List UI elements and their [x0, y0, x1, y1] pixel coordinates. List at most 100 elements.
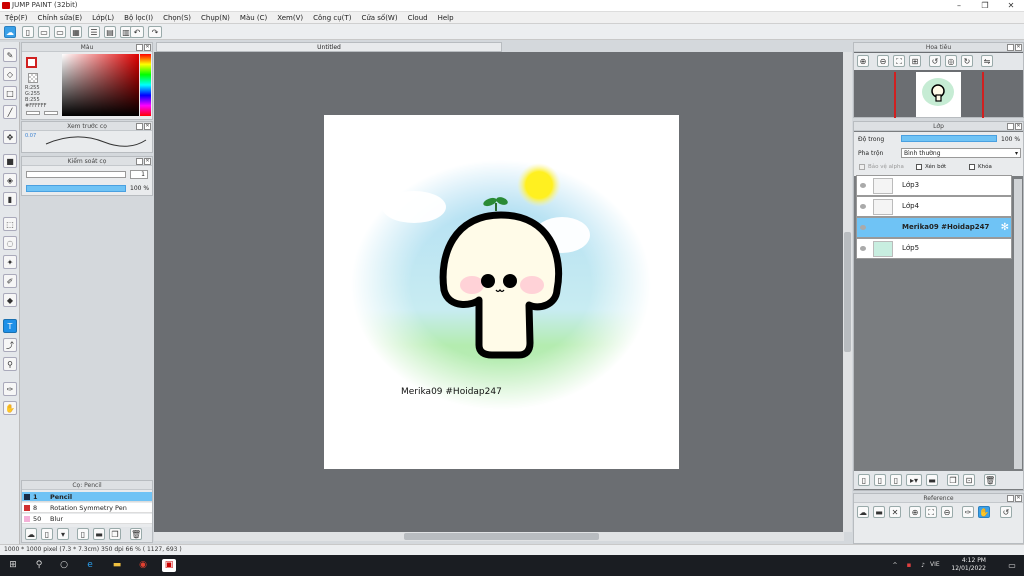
- speech-icon[interactable]: ▭: [38, 26, 50, 38]
- blend-mode-select[interactable]: Bình thường ▾: [901, 148, 1021, 158]
- saturation-value-picker[interactable]: [62, 54, 139, 116]
- select-eraser-icon[interactable]: ◆: [3, 293, 17, 307]
- select-pen-icon[interactable]: ✐: [3, 274, 17, 288]
- ref-fit-icon[interactable]: ⛶: [925, 506, 937, 518]
- layer-folder-icon[interactable]: ▬: [926, 474, 938, 486]
- rotate-left-icon[interactable]: ↺: [929, 55, 941, 67]
- horizontal-scroll-thumb[interactable]: [404, 533, 599, 540]
- menu-view[interactable]: Xem(V): [272, 12, 308, 23]
- menu-edit[interactable]: Chỉnh sửa(E): [33, 12, 88, 23]
- pen-tool-icon[interactable]: ✎: [3, 48, 17, 62]
- layer-row-lop3[interactable]: Lớp3: [856, 175, 1012, 196]
- actual-size-icon[interactable]: ⊞: [909, 55, 921, 67]
- menu-color[interactable]: Màu (C): [235, 12, 272, 23]
- new-layer-icon[interactable]: ▯: [858, 474, 870, 486]
- canvas-text-layer[interactable]: Merika09 #Hoidap247: [401, 387, 502, 397]
- lasso-tool-icon[interactable]: ◌: [3, 236, 17, 250]
- ref-cloud-icon[interactable]: ☁: [857, 506, 869, 518]
- list-icon[interactable]: ☰: [88, 26, 100, 38]
- ref-zoom-in-icon[interactable]: ⊕: [909, 506, 921, 518]
- rotate-right-icon[interactable]: ↻: [961, 55, 973, 67]
- ref-open-icon[interactable]: ▬: [873, 506, 885, 518]
- redo-icon[interactable]: ↷: [148, 26, 162, 38]
- language-indicator[interactable]: VIE: [930, 561, 940, 568]
- menu-layer[interactable]: Lớp(L): [87, 12, 119, 23]
- clipping-checkbox[interactable]: [916, 164, 922, 170]
- menu-help[interactable]: Help: [433, 12, 459, 23]
- menu-select[interactable]: Chọn(S): [158, 12, 196, 23]
- brush-delete-icon[interactable]: 🗑: [130, 528, 142, 540]
- background-color-swatch[interactable]: [28, 73, 38, 83]
- brush-size-slider[interactable]: [26, 171, 126, 178]
- layer-visibility-icon[interactable]: [860, 204, 866, 209]
- text-tool-icon[interactable]: T: [3, 319, 17, 333]
- marquee-tool-icon[interactable]: ⬚: [3, 217, 17, 231]
- new-layer-3-icon[interactable]: ▯: [890, 474, 902, 486]
- brush-item-blur[interactable]: 50 Blur: [22, 514, 152, 524]
- navigator-thumbnail[interactable]: [916, 72, 961, 117]
- brush-copy-icon[interactable]: ▯: [77, 528, 89, 540]
- gradient-tool-icon[interactable]: ▮: [3, 192, 17, 206]
- task-view-icon[interactable]: ○: [57, 559, 71, 572]
- eyedropper-icon[interactable]: ✑: [3, 382, 17, 396]
- new-file-icon[interactable]: ▯: [22, 26, 34, 38]
- layer-scrollbar[interactable]: [1014, 179, 1022, 469]
- menu-filter[interactable]: Bộ lọc(I): [119, 12, 158, 23]
- search-icon[interactable]: ⚲: [32, 559, 46, 572]
- layer-row-text[interactable]: Merika09 #Hoidap247 ✻: [856, 217, 1012, 238]
- brush-cloud-icon[interactable]: ☁: [25, 528, 37, 540]
- color-mode-button-2[interactable]: [44, 111, 58, 115]
- edge-browser-icon[interactable]: e: [83, 559, 97, 572]
- vertical-scroll-thumb[interactable]: [844, 232, 851, 352]
- lock-checkbox[interactable]: [969, 164, 975, 170]
- undo-icon[interactable]: ↶: [130, 26, 144, 38]
- rotate-reset-icon[interactable]: ◎: [945, 55, 957, 67]
- brush-size-input[interactable]: 1: [130, 170, 148, 179]
- layer-visibility-icon[interactable]: [860, 225, 866, 230]
- duplicate-layer-icon[interactable]: ❐: [947, 474, 959, 486]
- color-mode-button[interactable]: [26, 111, 40, 115]
- layer-opacity-slider[interactable]: [901, 135, 997, 142]
- minimize-icon[interactable]: –: [946, 0, 972, 12]
- line-tool-icon[interactable]: ╱: [3, 105, 17, 119]
- hue-slider[interactable]: [140, 54, 151, 116]
- menu-file[interactable]: Tệp(F): [0, 12, 33, 23]
- taskbar-clock[interactable]: 4:12 PM 12/01/2022: [951, 557, 986, 573]
- chrome-icon[interactable]: ◉: [136, 559, 150, 572]
- document-canvas[interactable]: Merika09 #Hoidap247: [324, 115, 679, 469]
- eraser-tool-icon[interactable]: ◇: [3, 67, 17, 81]
- dropper-tool-icon[interactable]: ⚲: [3, 357, 17, 371]
- layer-row-lop5[interactable]: Lớp5: [856, 238, 1012, 259]
- zoom-in-icon[interactable]: ⊕: [857, 55, 869, 67]
- layer-row-lop4[interactable]: Lớp4: [856, 196, 1012, 217]
- menu-window[interactable]: Cửa số(W): [356, 12, 402, 23]
- brush-item-pencil[interactable]: 1 Pencil: [22, 492, 152, 502]
- layer-settings-gear-icon[interactable]: ✻: [1001, 222, 1009, 233]
- new-layer-2-icon[interactable]: ▯: [874, 474, 886, 486]
- menu-cloud[interactable]: Cloud: [403, 12, 433, 23]
- magic-wand-icon[interactable]: ✦: [3, 255, 17, 269]
- menu-capture[interactable]: Chụp(N): [196, 12, 235, 23]
- horizontal-scrollbar[interactable]: [154, 532, 844, 541]
- add-layer-menu-icon[interactable]: ▸▾: [906, 474, 922, 486]
- windows-start-icon[interactable]: ⊞: [6, 559, 20, 572]
- document-tab[interactable]: Untitled: [156, 42, 502, 52]
- brush-opacity-slider[interactable]: [26, 185, 126, 192]
- ref-zoom-out-icon[interactable]: ⊖: [941, 506, 953, 518]
- grid-icon[interactable]: ▤: [104, 26, 116, 38]
- rect-select-icon[interactable]: □: [3, 86, 17, 100]
- cloud-icon[interactable]: ☁: [4, 26, 16, 38]
- ref-hand-icon[interactable]: ✋: [978, 506, 990, 518]
- menu-tools[interactable]: Công cụ(T): [308, 12, 356, 23]
- maximize-icon[interactable]: ❐: [972, 0, 998, 12]
- jump-paint-taskbar-icon[interactable]: ▣: [162, 559, 176, 572]
- close-icon[interactable]: ✕: [998, 0, 1024, 12]
- brush-add-icon[interactable]: ▾: [57, 528, 69, 540]
- merge-layer-icon[interactable]: ⊡: [963, 474, 975, 486]
- fit-icon[interactable]: ⛶: [893, 55, 905, 67]
- comment-icon[interactable]: ▭: [54, 26, 66, 38]
- brush-dup-icon[interactable]: ❐: [109, 528, 121, 540]
- fill-rect-icon[interactable]: ■: [3, 154, 17, 168]
- file-explorer-icon[interactable]: ▬: [110, 559, 124, 572]
- hand-tool-icon[interactable]: ✋: [3, 401, 17, 415]
